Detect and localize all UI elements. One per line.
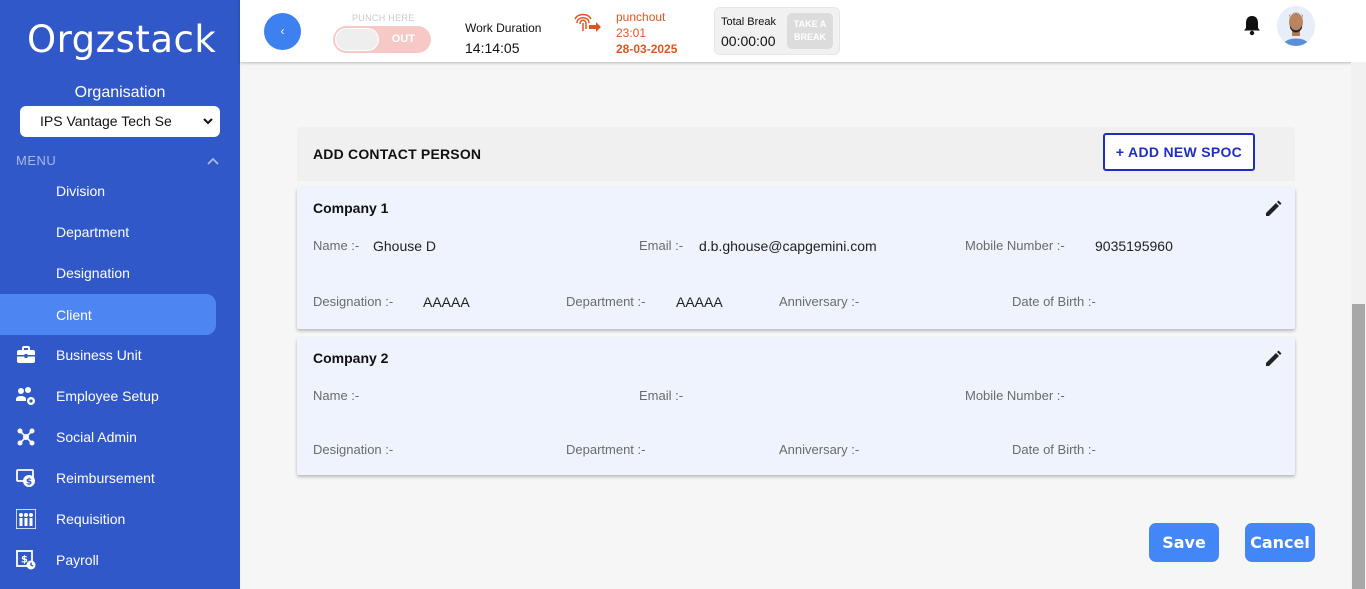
sidebar-item-label: Payroll (56, 551, 99, 568)
organisation-select[interactable]: IPS Vantage Tech Se (20, 106, 220, 137)
sidebar-item-social-admin[interactable]: Social Admin (0, 416, 216, 457)
scrollbar-thumb[interactable] (1352, 304, 1365, 589)
fingerprint-icon (574, 11, 602, 35)
dob-label: Date of Birth :- (1012, 442, 1096, 457)
chevron-down-icon (202, 106, 214, 149)
sidebar-item-business-unit[interactable]: Business Unit (0, 334, 216, 375)
take-break-button[interactable]: TAKE A BREAK (787, 13, 833, 49)
punch-here-label: PUNCH HERE (352, 13, 415, 23)
anniversary-label: Anniversary :- (779, 294, 860, 309)
bell-icon[interactable] (1242, 14, 1262, 36)
add-new-spoc-button[interactable]: + ADD NEW SPOC (1103, 133, 1255, 171)
sidebar-item-requisition[interactable]: Requisition (0, 498, 216, 539)
department-value: AAAAA (676, 294, 723, 310)
department-label: Department :- (566, 294, 646, 309)
sidebar: Orgzstack Organisation IPS Vantage Tech … (0, 0, 240, 589)
sidebar-item-division[interactable]: Division (0, 170, 216, 211)
take-break-label-line2: BREAK (793, 32, 826, 42)
save-button[interactable]: Save (1149, 523, 1219, 562)
cancel-button[interactable]: Cancel (1245, 523, 1315, 562)
people-icon (15, 508, 37, 530)
name-value: Ghouse D (373, 238, 437, 254)
toggle-knob (335, 28, 379, 51)
designation-label: Designation :- (313, 294, 394, 309)
company-block: Company 2 Name :- Email :- Mobile Number… (297, 337, 1295, 475)
edit-icon[interactable] (1263, 199, 1283, 219)
toggle-state-label: OUT (391, 33, 415, 45)
sidebar-item-payroll[interactable]: $ Payroll (0, 539, 216, 580)
punchout-time: 23:01 (616, 26, 647, 40)
company-block: Company 1 Name :- Ghouse D Email :- d.b.… (297, 187, 1295, 329)
sidebar-item-label: Reimbursement (56, 469, 155, 486)
top-bar: ‹ PUNCH HERE OUT Work Duration 14:14:05 … (240, 0, 1366, 62)
email-value: d.b.ghouse@capgemini.com (699, 238, 877, 254)
share-icon (16, 427, 36, 447)
total-break-panel: Total Break 00:00:00 TAKE A BREAK (714, 7, 840, 55)
svg-text:$: $ (26, 478, 32, 488)
edit-icon[interactable] (1263, 349, 1283, 369)
briefcase-icon (16, 345, 36, 365)
designation-label: Designation :- (313, 442, 394, 457)
sidebar-item-label: Business Unit (56, 346, 142, 363)
punch-toggle[interactable]: OUT (333, 26, 431, 53)
punchout-label: punchout (616, 10, 666, 24)
sidebar-item-label: Department (56, 223, 130, 240)
email-label: Email :- (639, 388, 684, 403)
payroll-icon: $ (16, 550, 36, 570)
app-logo: Orgzstack (27, 18, 217, 61)
company-name: Company 1 (313, 200, 389, 216)
money-icon: $ (16, 468, 36, 488)
organisation-selected-value: IPS Vantage Tech Se (40, 113, 172, 129)
name-label: Name :- (313, 238, 360, 253)
company-name: Company 2 (313, 350, 389, 366)
sidebar-item-reimbursement[interactable]: $ Reimbursement (0, 457, 216, 498)
sidebar-item-label: Requisition (56, 510, 126, 527)
sidebar-item-employee-setup[interactable]: Employee Setup (0, 375, 216, 416)
chevron-up-icon[interactable] (206, 154, 220, 166)
email-label: Email :- (639, 238, 684, 253)
department-label: Department :- (566, 442, 646, 457)
name-label: Name :- (313, 388, 360, 403)
sidebar-item-client[interactable]: Client (0, 294, 216, 335)
menu-section-label: MENU (16, 153, 57, 168)
users-gear-icon (16, 386, 36, 406)
take-break-label-line1: TAKE A (793, 19, 827, 29)
dob-label: Date of Birth :- (1012, 294, 1096, 309)
total-break-label: Total Break (721, 16, 777, 28)
sidebar-item-designation[interactable]: Designation (0, 252, 216, 293)
collapse-sidebar-button[interactable]: ‹ (264, 13, 301, 50)
sidebar-item-label: Social Admin (56, 428, 137, 445)
mobile-value: 9035195960 (1095, 238, 1173, 254)
card-header: ADD CONTACT PERSON + ADD NEW SPOC (297, 127, 1295, 181)
punchout-date: 28-03-2025 (616, 42, 678, 56)
work-duration-value: 14:14:05 (465, 40, 520, 56)
sidebar-item-label: Division (56, 182, 106, 199)
mobile-label: Mobile Number :- (965, 388, 1065, 403)
total-break-value: 00:00:00 (721, 33, 776, 49)
organisation-label: Organisation (74, 84, 166, 101)
sidebar-item-label: Employee Setup (56, 387, 159, 404)
anniversary-label: Anniversary :- (779, 442, 860, 457)
card-title: ADD CONTACT PERSON (313, 146, 482, 162)
designation-value: AAAAA (423, 294, 470, 310)
avatar[interactable] (1277, 6, 1315, 46)
sidebar-item-label: Designation (56, 264, 130, 281)
work-duration-label: Work Duration (465, 21, 542, 35)
mobile-label: Mobile Number :- (965, 238, 1065, 253)
sidebar-item-label: Client (56, 306, 92, 323)
contact-person-card: ADD CONTACT PERSON + ADD NEW SPOC Compan… (297, 127, 1295, 477)
sidebar-item-department[interactable]: Department (0, 211, 216, 252)
